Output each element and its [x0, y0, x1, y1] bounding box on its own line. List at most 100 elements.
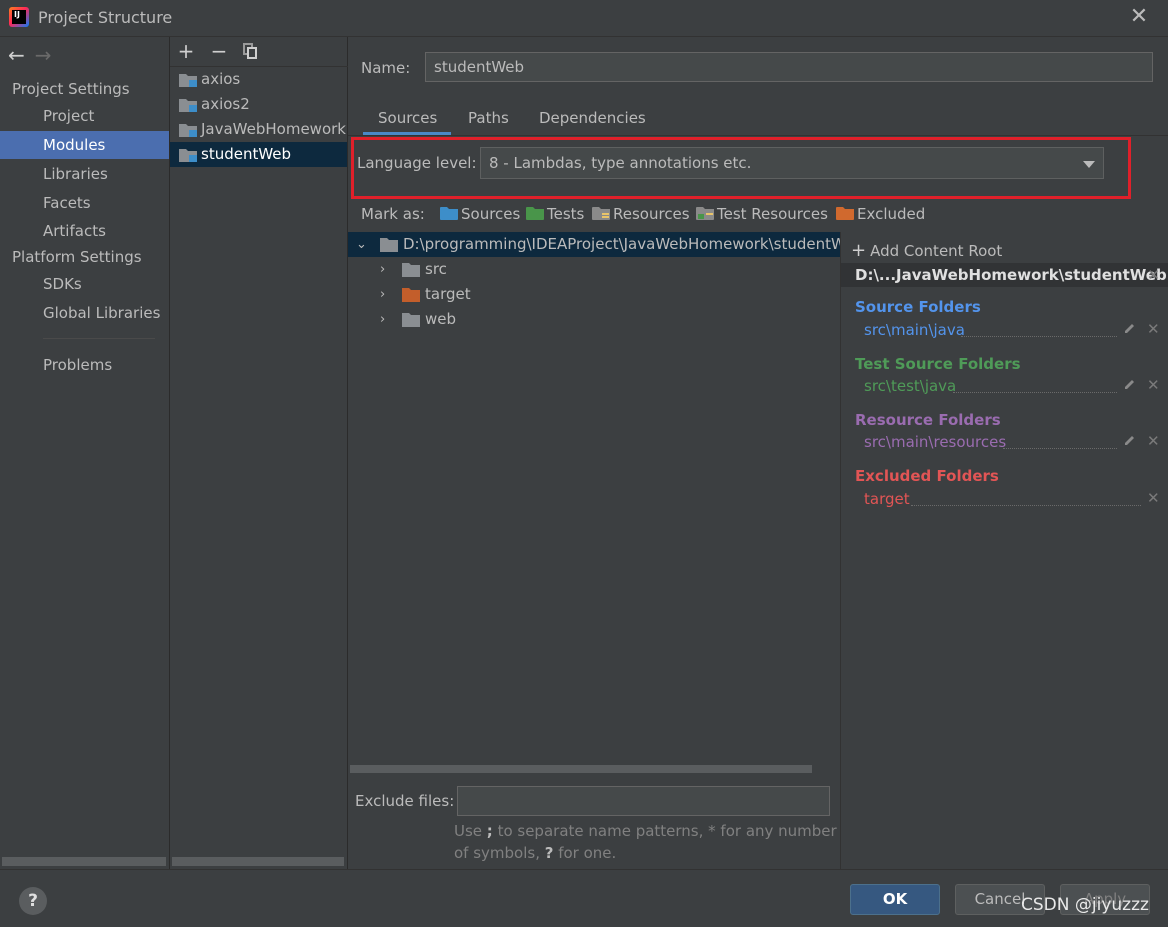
- add-content-root-button[interactable]: + Add Content Root: [851, 240, 1002, 261]
- nav-horizontal-scrollbar[interactable]: [2, 857, 166, 866]
- module-detail-panel: Name: studentWeb Sources Paths Dependenc…: [348, 37, 1168, 869]
- help-icon[interactable]: ?: [19, 887, 47, 915]
- dialog-footer: ? OK Cancel Apply CSDN @jiyuzzz: [0, 869, 1168, 927]
- dotted-leader: [953, 392, 1117, 393]
- tab-dependencies[interactable]: Dependencies: [539, 109, 646, 127]
- mark-as-excluded[interactable]: Excluded: [836, 205, 925, 223]
- chevron-down-icon: [1083, 161, 1095, 168]
- nav-item-global-libraries[interactable]: Global Libraries: [0, 299, 169, 327]
- resources-folder-icon: [592, 207, 610, 220]
- module-item-axios2[interactable]: axios2: [170, 92, 347, 117]
- remove-module-icon[interactable]: −: [208, 39, 230, 63]
- folder-icon: [380, 238, 398, 252]
- copy-module-icon[interactable]: [243, 43, 257, 59]
- mark-as-resources[interactable]: Resources: [592, 205, 690, 223]
- chevron-right-icon[interactable]: ›: [380, 282, 392, 302]
- chevron-right-icon[interactable]: ›: [380, 257, 392, 277]
- add-content-root-label: Add Content Root: [870, 242, 1003, 260]
- mark-as-excluded-label: Excluded: [857, 205, 926, 223]
- module-toolbar: + −: [170, 37, 348, 67]
- app-icon-text: IJ: [14, 10, 20, 19]
- tree-row-root[interactable]: ⌄ D:\programming\IDEAProject\JavaWebHome…: [348, 232, 840, 257]
- remove-excluded-folder-icon[interactable]: ✕: [1147, 489, 1160, 507]
- tabs-divider: [348, 135, 1168, 136]
- mark-as-tests[interactable]: Tests: [526, 205, 584, 223]
- test-source-folders-heading: Test Source Folders: [855, 355, 1021, 373]
- excluded-folder-entry: target: [864, 490, 910, 508]
- name-label: Name:: [361, 59, 411, 77]
- language-level-label: Language level:: [357, 154, 477, 172]
- test-source-folder-entry: src\test\java: [864, 377, 957, 395]
- tab-sources[interactable]: Sources: [378, 109, 437, 127]
- folder-icon: [402, 313, 420, 327]
- module-label: JavaWebHomework: [201, 120, 346, 138]
- tree-horizontal-scrollbar[interactable]: [350, 765, 812, 773]
- module-list-panel: + − axios axios2 JavaWebHomework student…: [170, 37, 348, 869]
- remove-content-root-icon[interactable]: ✕: [1147, 263, 1160, 287]
- excluded-folders-heading: Excluded Folders: [855, 467, 999, 485]
- close-icon[interactable]: ✕: [1128, 5, 1150, 29]
- add-module-icon[interactable]: +: [175, 39, 197, 63]
- mark-as-tests-label: Tests: [547, 205, 585, 223]
- module-item-studentweb[interactable]: studentWeb: [170, 142, 347, 167]
- tree-row-web[interactable]: › web: [348, 307, 840, 332]
- ok-button[interactable]: OK: [850, 884, 940, 915]
- tree-row-target[interactable]: › target: [348, 282, 840, 307]
- mark-as-test-resources[interactable]: Test Resources: [696, 205, 828, 223]
- title-bar: IJ Project Structure ✕: [0, 0, 1168, 37]
- nav-item-facets[interactable]: Facets: [0, 189, 169, 217]
- mark-as-sources-label: Sources: [461, 205, 521, 223]
- platform-settings-heading: Platform Settings: [12, 248, 142, 266]
- remove-test-source-folder-icon[interactable]: ✕: [1147, 376, 1160, 394]
- watermark: CSDN @jiyuzzz: [1021, 895, 1149, 915]
- nav-item-modules[interactable]: Modules: [0, 131, 169, 159]
- nav-item-libraries[interactable]: Libraries: [0, 160, 169, 188]
- module-label: axios: [201, 70, 241, 88]
- resource-folder-entry: src\main\resources: [864, 433, 1007, 451]
- module-list-scrollbar[interactable]: [172, 857, 344, 866]
- language-level-select[interactable]: 8 - Lambdas, type annotations etc.: [480, 147, 1104, 179]
- language-level-value: 8 - Lambdas, type annotations etc.: [489, 154, 752, 172]
- hint-text: to separate name patterns, * for any num…: [492, 822, 837, 840]
- chevron-right-icon[interactable]: ›: [380, 307, 392, 327]
- settings-nav: ← → Project Settings Project Modules Libr…: [0, 37, 170, 869]
- excluded-folder-icon: [836, 207, 854, 220]
- dotted-leader: [1003, 448, 1117, 449]
- exclude-files-label: Exclude files:: [355, 792, 455, 810]
- excluded-folder-icon: [402, 288, 420, 302]
- tab-paths[interactable]: Paths: [468, 109, 509, 127]
- remove-source-folder-icon[interactable]: ✕: [1147, 320, 1160, 338]
- dotted-leader: [961, 336, 1117, 337]
- source-folder-entry: src\main\java: [864, 321, 965, 339]
- window-title: Project Structure: [38, 8, 173, 27]
- nav-item-project[interactable]: Project: [0, 102, 169, 130]
- nav-item-sdks[interactable]: SDKs: [0, 270, 169, 298]
- module-folder-icon: [179, 149, 197, 162]
- module-label: studentWeb: [201, 145, 292, 163]
- module-folder-icon: [179, 74, 197, 87]
- nav-divider: [43, 338, 155, 339]
- forward-arrow-icon[interactable]: →: [35, 43, 52, 67]
- tree-row-src[interactable]: › src: [348, 257, 840, 282]
- content-root-path-label: D:\...JavaWebHomework\studentWeb: [855, 266, 1167, 284]
- exclude-files-input[interactable]: [457, 786, 830, 816]
- mark-as-sources[interactable]: Sources: [440, 205, 520, 223]
- nav-item-problems[interactable]: Problems: [0, 351, 169, 379]
- exclude-files-hint-line1: Use ; to separate name patterns, * for a…: [454, 822, 837, 840]
- module-label: axios2: [201, 95, 250, 113]
- module-item-axios[interactable]: axios: [170, 67, 347, 92]
- exclude-files-hint-line2: of symbols, ? for one.: [454, 844, 616, 862]
- sources-folder-icon: [440, 207, 458, 220]
- remove-resource-folder-icon[interactable]: ✕: [1147, 432, 1160, 450]
- module-item-javawebhomework[interactable]: JavaWebHomework: [170, 117, 347, 142]
- edit-icon[interactable]: [1123, 433, 1137, 447]
- edit-icon[interactable]: [1123, 321, 1137, 335]
- edit-icon[interactable]: [1123, 377, 1137, 391]
- content-root-path: D:\...JavaWebHomework\studentWeb ✕: [841, 263, 1168, 287]
- back-arrow-icon[interactable]: ←: [8, 43, 25, 67]
- nav-item-artifacts[interactable]: Artifacts: [0, 217, 169, 245]
- chevron-down-icon[interactable]: ⌄: [356, 232, 368, 252]
- dotted-leader: [911, 505, 1141, 506]
- folder-tree: ⌄ D:\programming\IDEAProject\JavaWebHome…: [348, 232, 840, 762]
- module-name-input[interactable]: studentWeb: [425, 52, 1153, 82]
